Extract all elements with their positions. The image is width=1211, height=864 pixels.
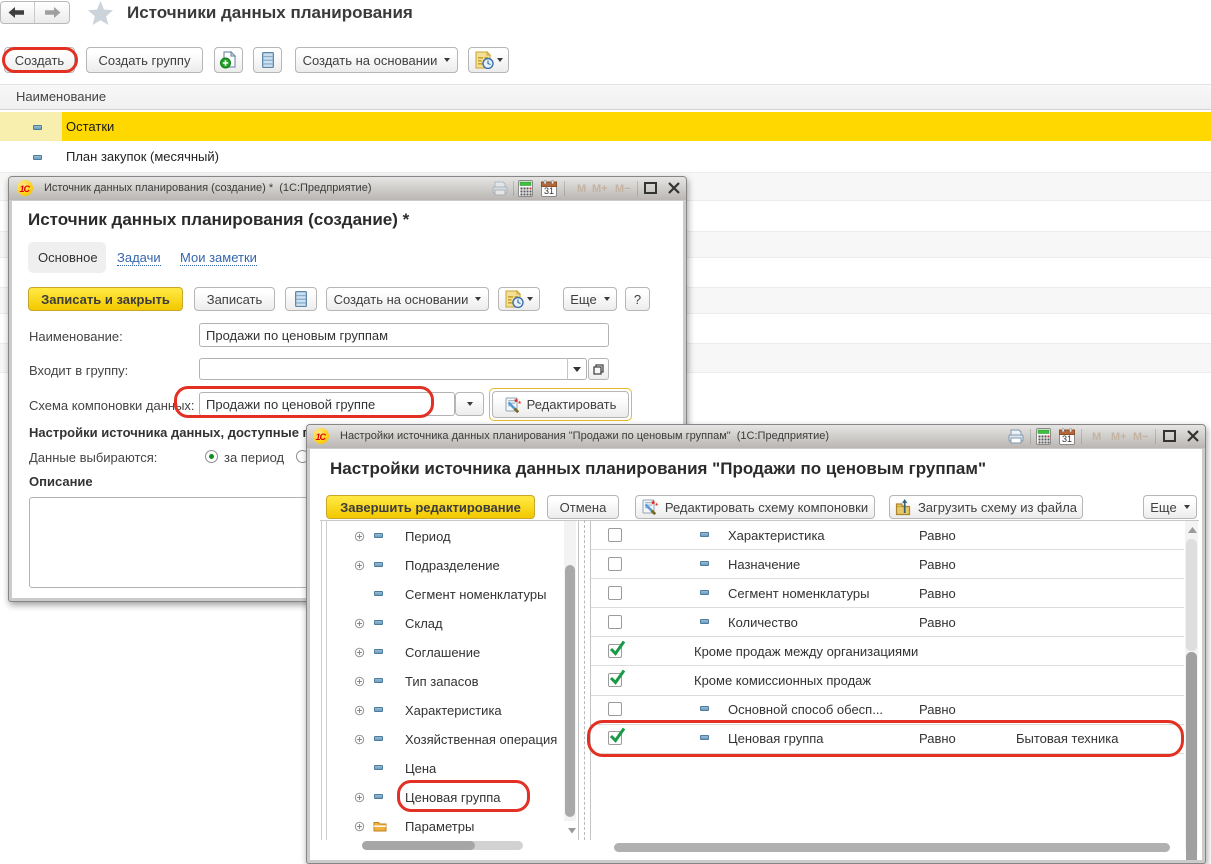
svg-text:31: 31 [1062, 434, 1072, 444]
svg-text:31: 31 [544, 186, 554, 196]
